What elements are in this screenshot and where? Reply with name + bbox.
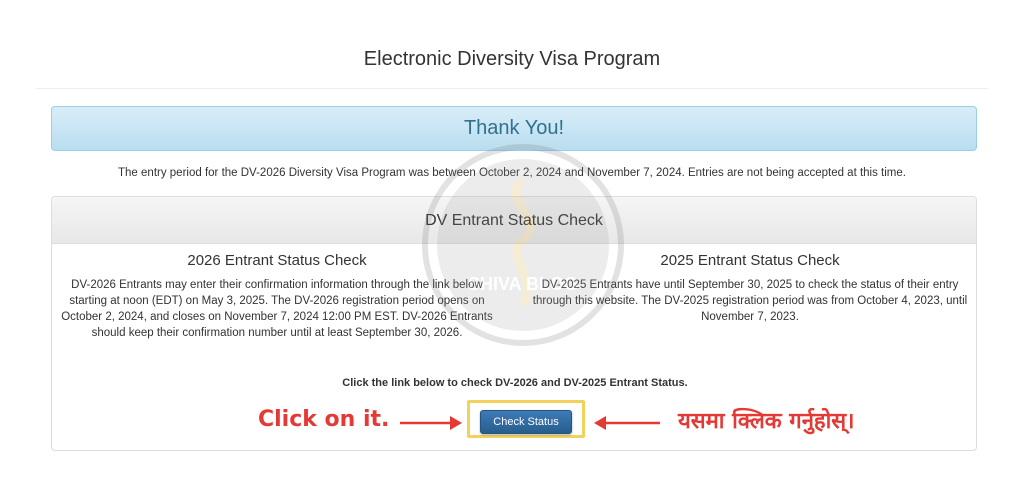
page-title: Electronic Diversity Visa Program <box>363 48 661 70</box>
button-highlight-box: Check Status <box>467 400 585 438</box>
entrant-2026-text: DV-2026 Entrants may enter their confirm… <box>61 279 493 339</box>
entrant-2026-section: 2026 Entrant Status Check DV-2026 Entran… <box>57 252 497 341</box>
click-instruction: Click the link below to check DV-2026 an… <box>342 377 688 389</box>
check-status-button[interactable]: Check Status <box>480 410 572 434</box>
annotation-right-text: यसमा क्लिक गर्नुहोस्। <box>678 409 855 434</box>
entrant-2026-title: 2026 Entrant Status Check <box>187 252 367 269</box>
arrow-right-icon <box>400 416 462 430</box>
entry-period-notice: The entry period for the DV-2026 Diversi… <box>118 167 906 179</box>
annotation-left-text: Click on it. <box>258 407 390 432</box>
arrow-left-icon <box>594 416 660 430</box>
entrant-2025-section: 2025 Entrant Status Check DV-2025 Entran… <box>530 252 970 325</box>
entrant-2025-text: DV-2025 Entrants have until September 30… <box>532 279 968 323</box>
title-divider <box>36 88 988 89</box>
entrant-2025-title: 2025 Entrant Status Check <box>660 252 840 269</box>
panel-heading: DV Entrant Status Check <box>52 197 976 244</box>
thank-you-alert: Thank You! <box>51 106 977 151</box>
